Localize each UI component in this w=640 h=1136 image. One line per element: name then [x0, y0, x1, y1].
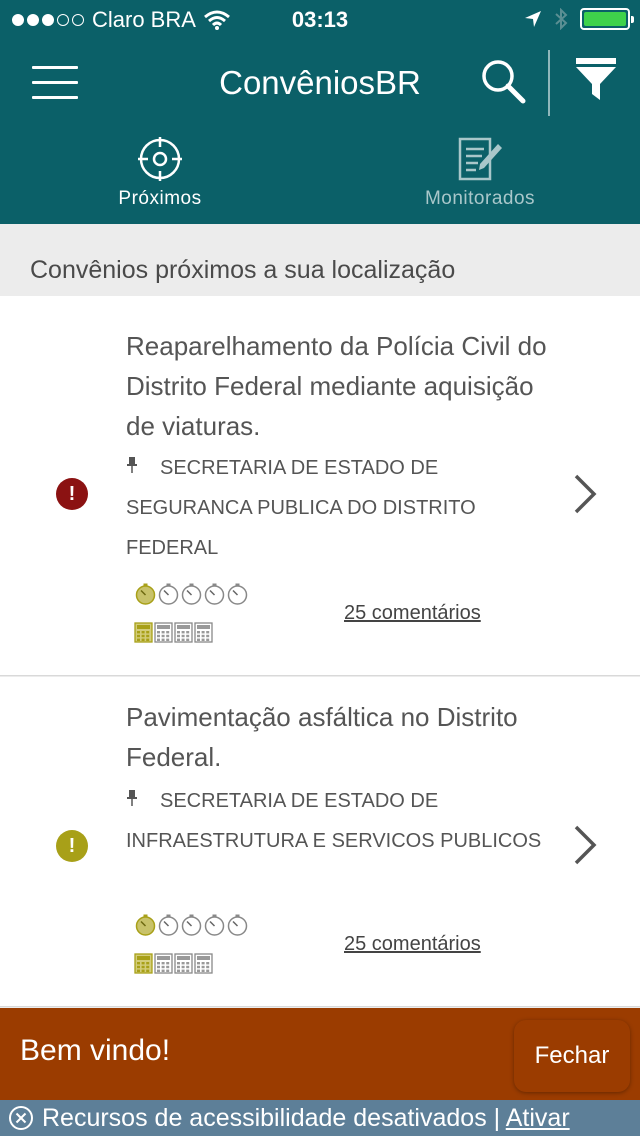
filter-icon: [576, 58, 616, 100]
item-agency: SECRETARIA DE ESTADO DE INFRAESTRUTURA E…: [126, 781, 546, 861]
battery-icon: [580, 8, 634, 30]
pin-icon: [126, 781, 160, 821]
edit-document-icon: [458, 137, 502, 181]
tab-proximos-label: Próximos: [118, 188, 202, 209]
item-title: Reaparelhamento da Polícia Civil do Dist…: [126, 331, 547, 441]
comments-link[interactable]: 25 comentários: [344, 602, 481, 625]
section-header: Convênios próximos a sua localização: [0, 224, 640, 296]
stopwatch-empty-icon: [181, 583, 202, 605]
calculator-empty-icon: [174, 953, 193, 974]
comments-link[interactable]: 25 comentários: [344, 933, 481, 956]
section-title: Convênios próximos a sua localização: [30, 256, 456, 284]
search-icon: [482, 60, 526, 104]
tab-proximos[interactable]: Próximos: [0, 128, 320, 224]
welcome-banner: Bem vindo! Fechar: [0, 1008, 640, 1100]
stopwatch-empty-icon: [158, 583, 179, 605]
list-item[interactable]: Pavimentação asfáltica no Distrito Feder…: [0, 677, 640, 1007]
status-alert-icon: !: [56, 478, 88, 510]
stopwatch-empty-icon: [158, 914, 179, 936]
filter-button[interactable]: [574, 56, 618, 104]
tab-monitorados[interactable]: Monitorados: [320, 128, 640, 224]
tab-monitorados-label: Monitorados: [424, 188, 536, 209]
status-bar: Claro BRA 03:13: [0, 0, 640, 40]
time-progress-icons: [134, 913, 249, 937]
chevron-right-icon[interactable]: [570, 472, 600, 516]
stopwatch-empty-icon: [181, 914, 202, 936]
calculator-filled-icon: [134, 953, 153, 974]
status-icons: [524, 8, 634, 30]
stopwatch-filled-icon: [135, 583, 156, 605]
stopwatch-empty-icon: [227, 583, 248, 605]
app-title: ConvêniosBR: [219, 64, 421, 101]
item-agency: SECRETARIA DE ESTADO DE SEGURANCA PUBLIC…: [126, 448, 546, 568]
stopwatch-empty-icon: [227, 914, 248, 936]
item-title: Pavimentação asfáltica no Distrito Feder…: [126, 702, 518, 772]
bluetooth-icon: [555, 8, 568, 30]
welcome-text: Bem vindo!: [20, 1034, 171, 1067]
close-button[interactable]: Fechar: [514, 1020, 630, 1092]
target-icon: [138, 137, 182, 181]
budget-progress-icons: [134, 953, 214, 975]
location-arrow-icon: [525, 11, 541, 27]
list-item[interactable]: Reaparelhamento da Polícia Civil do Dist…: [0, 296, 640, 676]
calculator-filled-icon: [134, 622, 153, 643]
nav-bar: ConvêniosBR: [0, 40, 640, 128]
pin-icon: [126, 448, 160, 488]
stopwatch-empty-icon: [204, 914, 225, 936]
calculator-empty-icon: [194, 953, 213, 974]
status-warning-icon: !: [56, 830, 88, 862]
accessibility-separator: |: [493, 1104, 501, 1132]
stopwatch-filled-icon: [135, 914, 156, 936]
search-button[interactable]: [478, 56, 530, 108]
activate-link[interactable]: Ativar: [506, 1104, 570, 1132]
time-progress-icons: [134, 582, 249, 606]
calculator-empty-icon: [154, 953, 173, 974]
item-agency-text: SECRETARIA DE ESTADO DE INFRAESTRUTURA E…: [126, 790, 542, 852]
stopwatch-empty-icon: [204, 583, 225, 605]
budget-progress-icons: [134, 622, 214, 644]
close-circle-icon[interactable]: [8, 1105, 34, 1131]
chevron-right-icon[interactable]: [570, 823, 600, 867]
calculator-empty-icon: [154, 622, 173, 643]
calculator-empty-icon: [194, 622, 213, 643]
tab-bar: Próximos Monitorados: [0, 128, 640, 224]
item-agency-text: SECRETARIA DE ESTADO DE SEGURANCA PUBLIC…: [126, 457, 476, 559]
accessibility-message: Recursos de acessibilidade desativados |…: [42, 1100, 570, 1136]
accessibility-text: Recursos de acessibilidade desativados: [42, 1104, 487, 1132]
accessibility-bar: Recursos de acessibilidade desativados |…: [0, 1100, 640, 1136]
calculator-empty-icon: [174, 622, 193, 643]
nav-divider: [548, 50, 550, 116]
app-header: Claro BRA 03:13 ConvêniosBR Próximos Mon…: [0, 0, 640, 224]
